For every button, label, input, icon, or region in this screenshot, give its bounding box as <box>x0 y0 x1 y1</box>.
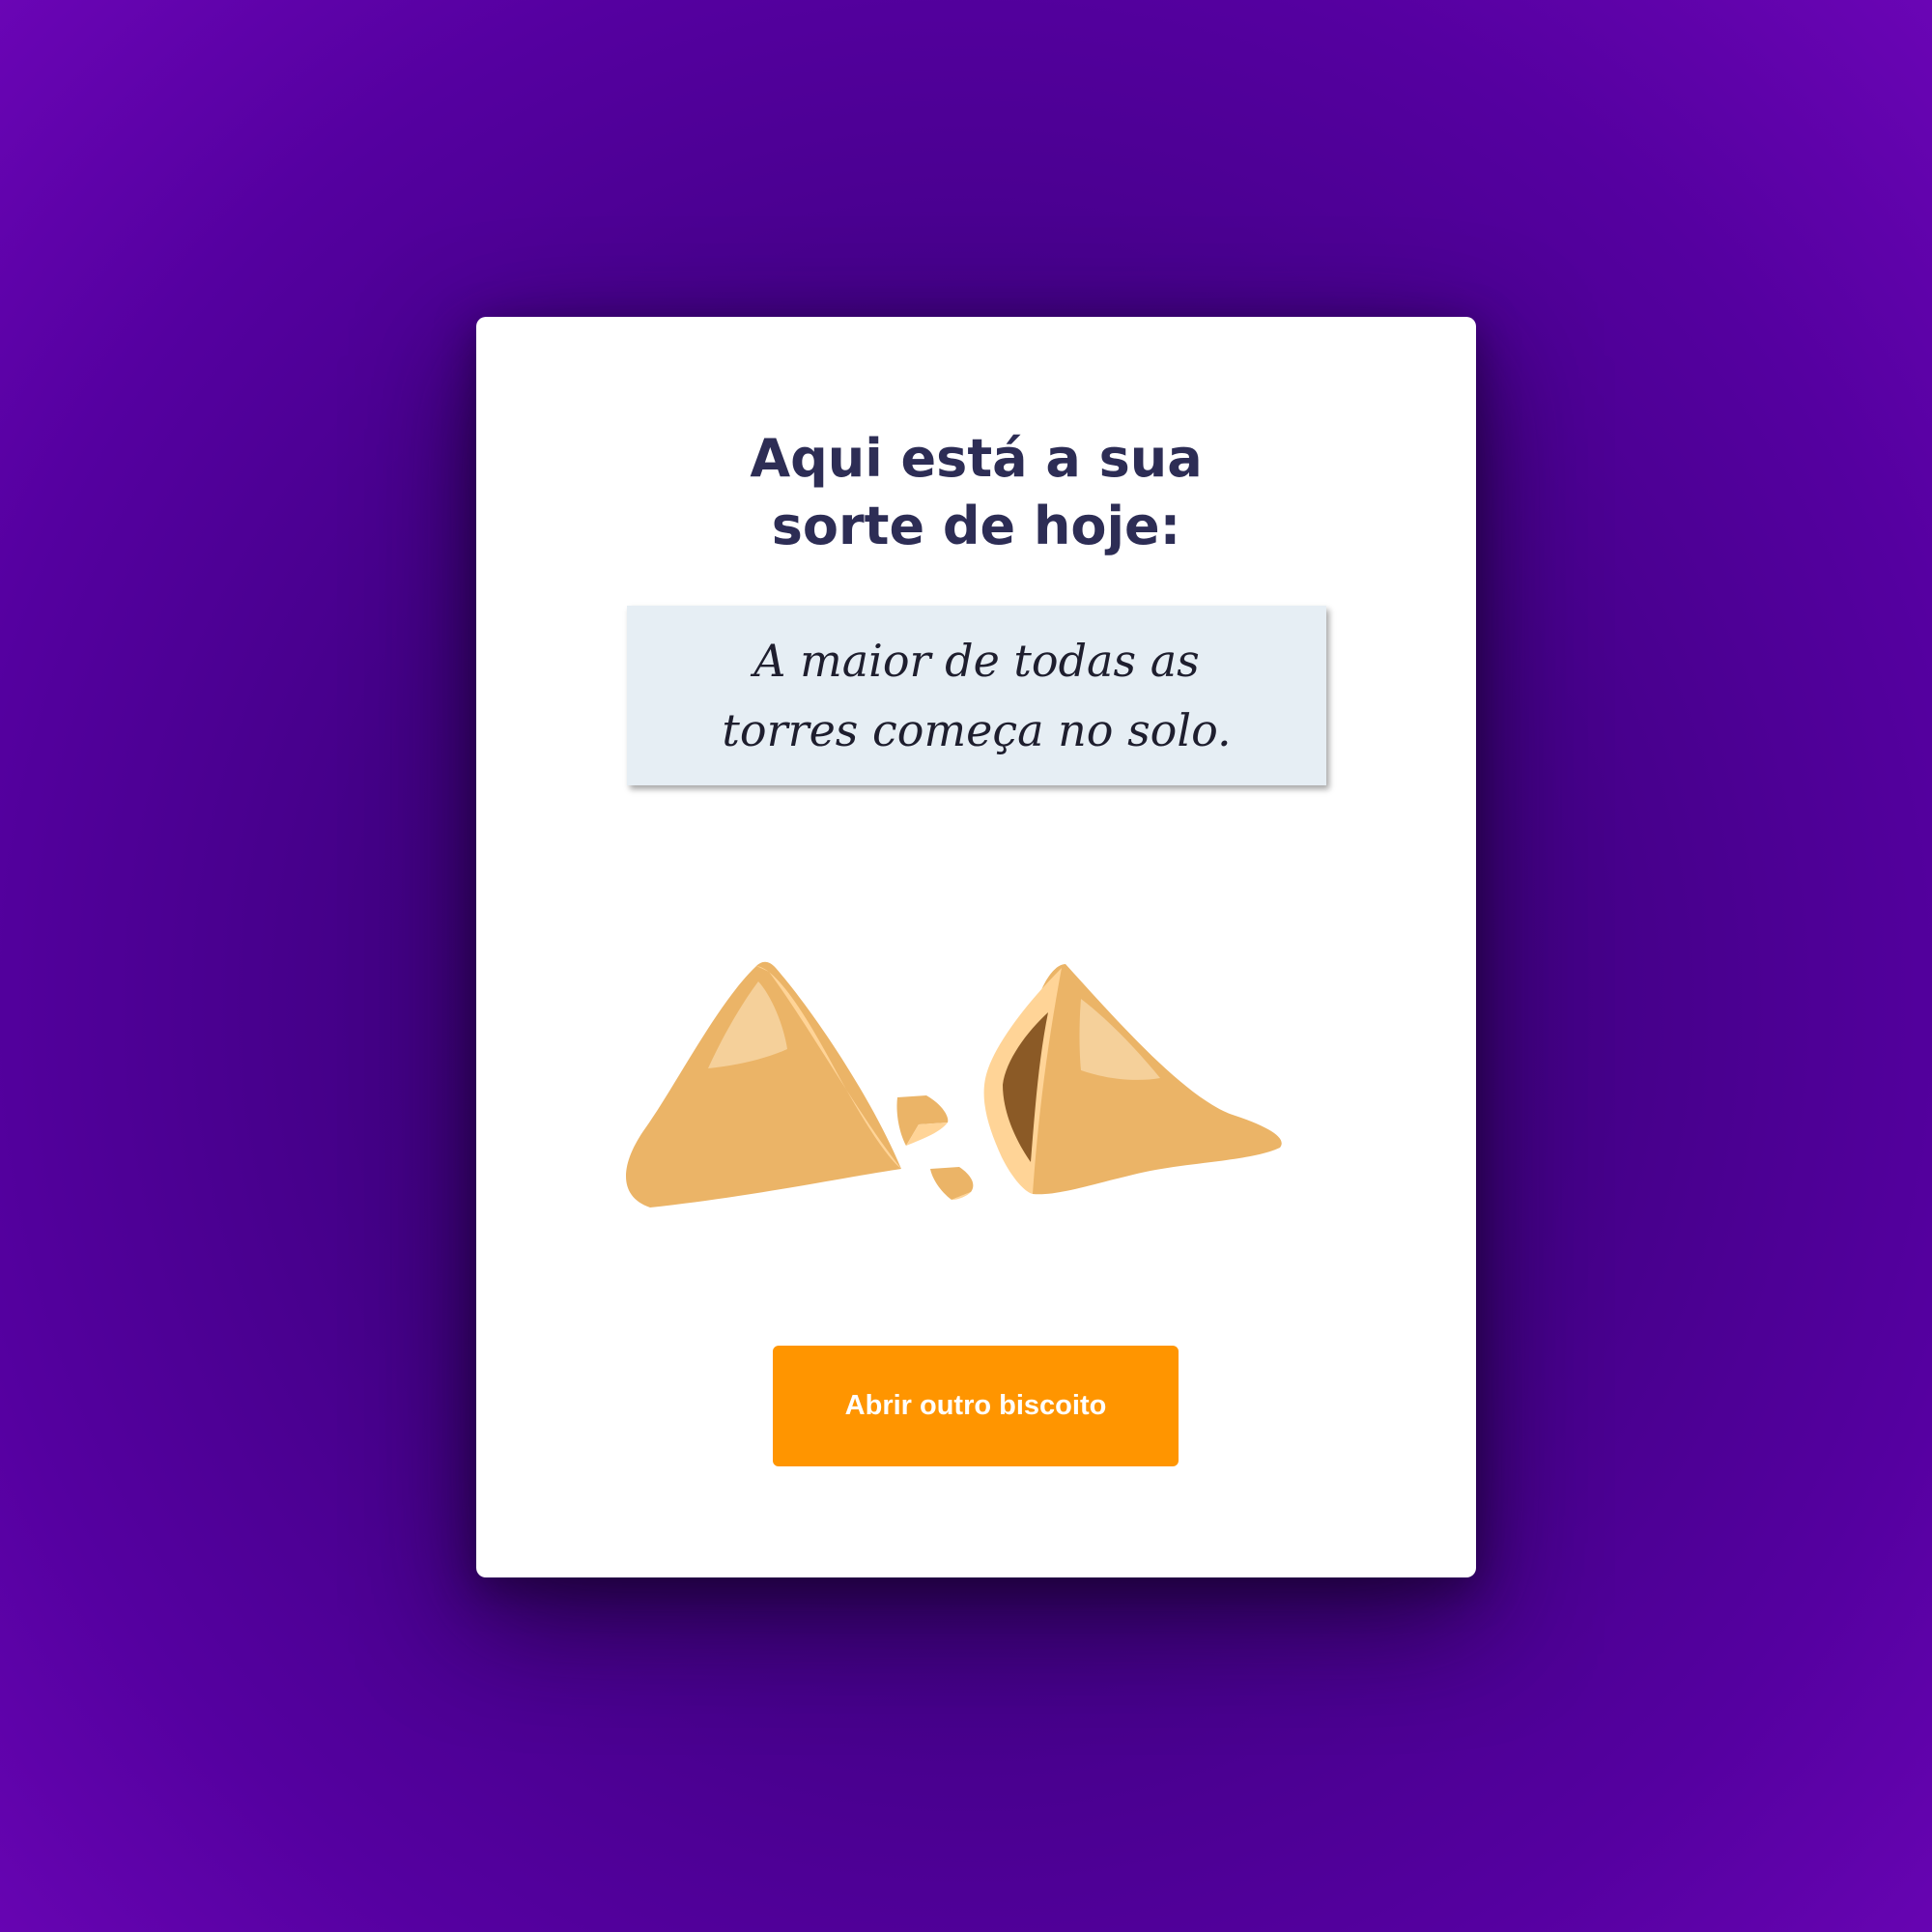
cookie-crumbs <box>896 1095 974 1200</box>
fortune-paper: A maior de todas as torres começa no sol… <box>627 606 1326 785</box>
open-another-cookie-button[interactable]: Abrir outro biscoito <box>773 1346 1179 1466</box>
fortune-message: A maior de todas as torres começa no sol… <box>722 635 1232 756</box>
cookie-left-half <box>626 961 901 1208</box>
fortune-card: Aqui está a sua sorte de hoje: A maior d… <box>476 317 1476 1577</box>
page-title: Aqui está a sua sorte de hoje: <box>750 428 1203 556</box>
cookie-right-half <box>983 964 1282 1195</box>
broken-fortune-cookie-icon <box>626 961 1282 1208</box>
